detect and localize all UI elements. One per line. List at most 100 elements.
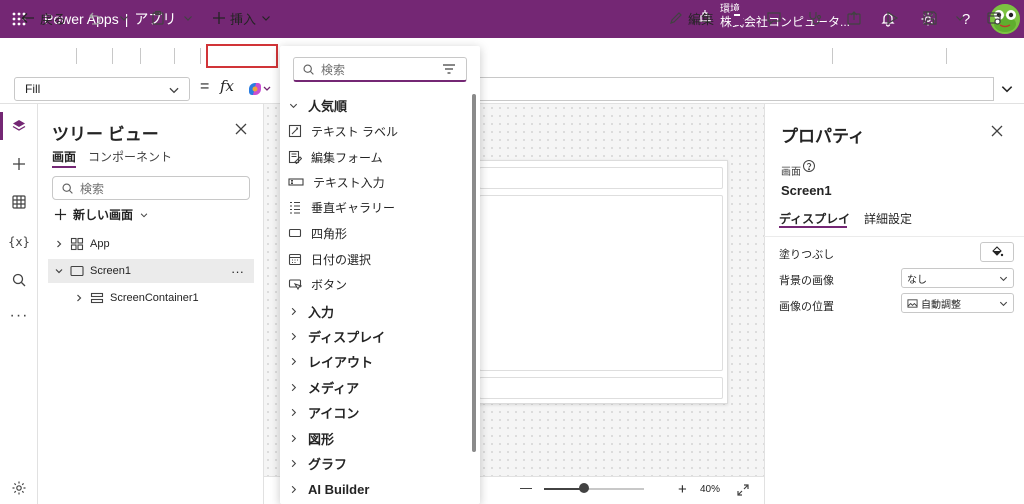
fx-icon[interactable]: fx <box>220 77 234 95</box>
paste-dropdown-button[interactable] <box>182 6 194 30</box>
fit-to-window-icon[interactable] <box>736 483 750 497</box>
search-icon <box>303 63 314 75</box>
insert-item-vertical-gallery[interactable]: 垂直ギャラリー <box>288 196 395 218</box>
category-shapes[interactable]: 図形 <box>288 427 334 449</box>
undo-dropdown-button[interactable] <box>118 6 130 30</box>
category-input[interactable]: 入力 <box>288 300 334 322</box>
new-screen-button[interactable]: 新しい画面 <box>54 206 149 223</box>
app-checker-button[interactable] <box>728 6 746 30</box>
category-charts[interactable]: グラフ <box>288 452 347 474</box>
chevron-right-icon <box>291 485 297 493</box>
search-icon <box>62 182 73 194</box>
insert-item-label: テキスト ラベル <box>311 124 398 139</box>
insert-menu-scrollbar[interactable] <box>472 94 476 452</box>
tree-node-app[interactable]: App <box>54 232 110 256</box>
divider <box>112 48 113 64</box>
stethoscope-icon <box>809 12 822 25</box>
insert-item-label: 日付の選択 <box>311 252 372 267</box>
insert-item-text-input[interactable]: テキスト入力 <box>288 171 385 193</box>
category-label: AI Builder <box>308 481 370 497</box>
chevron-right-icon <box>291 434 297 442</box>
category-display[interactable]: ディスプレイ <box>288 325 385 347</box>
category-popular[interactable]: 人気順 <box>288 94 347 116</box>
book-icon <box>731 11 743 25</box>
layers-icon <box>12 120 26 131</box>
publish-button[interactable] <box>986 6 1002 30</box>
screen-body-container[interactable] <box>479 195 723 371</box>
property-value: Fill <box>25 82 41 96</box>
zoom-out-icon[interactable] <box>520 488 532 489</box>
paste-button[interactable] <box>150 6 166 30</box>
filter-icon[interactable] <box>442 63 456 75</box>
undo-button[interactable] <box>86 6 102 30</box>
insert-search-input[interactable]: 検索 <box>293 57 467 82</box>
tree-view-title: ツリー ビュー <box>52 125 159 144</box>
expand-formula-icon[interactable] <box>1000 82 1014 96</box>
background-image-select[interactable]: なし <box>901 268 1014 288</box>
insert-item-date-picker[interactable]: 日付の選択 <box>288 248 371 270</box>
preview-button[interactable] <box>884 6 900 30</box>
property-selector[interactable]: Fill <box>14 77 190 101</box>
formula-input[interactable] <box>480 77 994 101</box>
insert-item-rectangle[interactable]: 四角形 <box>288 222 347 244</box>
more-options-icon[interactable]: ··· <box>231 264 244 279</box>
tree-view-nav[interactable] <box>0 112 38 140</box>
share-icon <box>847 11 861 25</box>
insert-button[interactable]: 挿入 <box>212 6 272 30</box>
category-media[interactable]: メディア <box>288 376 359 398</box>
chevron-down-icon <box>999 276 1008 282</box>
tree-node-screencontainer1[interactable]: ScreenContainer1 <box>74 286 199 310</box>
save-button[interactable] <box>922 6 938 30</box>
divider <box>174 48 175 64</box>
canvas-screen[interactable] <box>474 160 728 404</box>
copilot-icon[interactable] <box>246 80 274 98</box>
insert-search-placeholder: 検索 <box>321 62 346 77</box>
category-label: アイコン <box>308 405 360 421</box>
tree-node-screen1[interactable]: Screen1 ··· <box>48 259 254 283</box>
category-icons[interactable]: アイコン <box>288 401 359 423</box>
save-dropdown-button[interactable] <box>954 6 966 30</box>
data-nav[interactable] <box>0 188 38 216</box>
screen-footer-container[interactable] <box>479 377 723 399</box>
settings-nav[interactable] <box>0 474 38 502</box>
variables-icon[interactable]: {x} <box>0 228 38 256</box>
search-nav[interactable] <box>0 266 38 294</box>
insert-item-text-label[interactable]: テキスト ラベル <box>288 120 398 142</box>
chevron-down-icon <box>289 103 298 108</box>
category-label: 図形 <box>308 431 335 447</box>
health-button[interactable] <box>806 6 822 30</box>
close-icon[interactable] <box>990 124 1004 138</box>
zoom-in-icon[interactable]: + <box>678 481 687 498</box>
tab-screens[interactable]: 画面 <box>52 148 76 165</box>
more-icon[interactable]: ··· <box>0 302 38 330</box>
zoom-slider-thumb[interactable] <box>579 483 589 493</box>
tab-display[interactable]: ディスプレイ <box>779 210 850 227</box>
insert-item-label: 垂直ギャラリー <box>311 200 396 215</box>
category-label: レイアウト <box>308 354 374 370</box>
gallery-icon <box>290 201 300 214</box>
insert-item-label: 四角形 <box>311 226 348 241</box>
fill-color-button[interactable] <box>980 242 1014 262</box>
search-icon <box>12 273 26 287</box>
comment-icon <box>767 12 781 26</box>
image-position-select[interactable]: 自動調整 <box>901 293 1014 313</box>
comments-button[interactable] <box>766 6 782 30</box>
insert-nav[interactable] <box>0 150 38 178</box>
category-ai-builder[interactable]: AI Builder <box>288 478 369 500</box>
zoom-slider-fill <box>544 488 584 490</box>
calendar-icon <box>288 253 302 266</box>
chevron-down-icon <box>169 87 179 94</box>
help-circle-icon[interactable] <box>802 159 816 173</box>
screen-header-container[interactable] <box>479 167 723 189</box>
close-icon[interactable] <box>234 122 248 136</box>
insert-item-button[interactable]: ボタン <box>288 273 347 295</box>
chevron-down-icon <box>999 301 1008 307</box>
tab-advanced[interactable]: 詳細設定 <box>864 210 912 227</box>
category-layout[interactable]: レイアウト <box>288 350 373 372</box>
tree-search-input[interactable]: 検索 <box>52 176 250 200</box>
tab-components[interactable]: コンポーネント <box>88 148 172 165</box>
insert-item-edit-form[interactable]: 編集フォーム <box>288 146 383 168</box>
back-button[interactable]: 戻る <box>20 6 66 30</box>
edit-button[interactable]: 編集 <box>668 6 714 30</box>
share-button[interactable] <box>846 6 862 30</box>
